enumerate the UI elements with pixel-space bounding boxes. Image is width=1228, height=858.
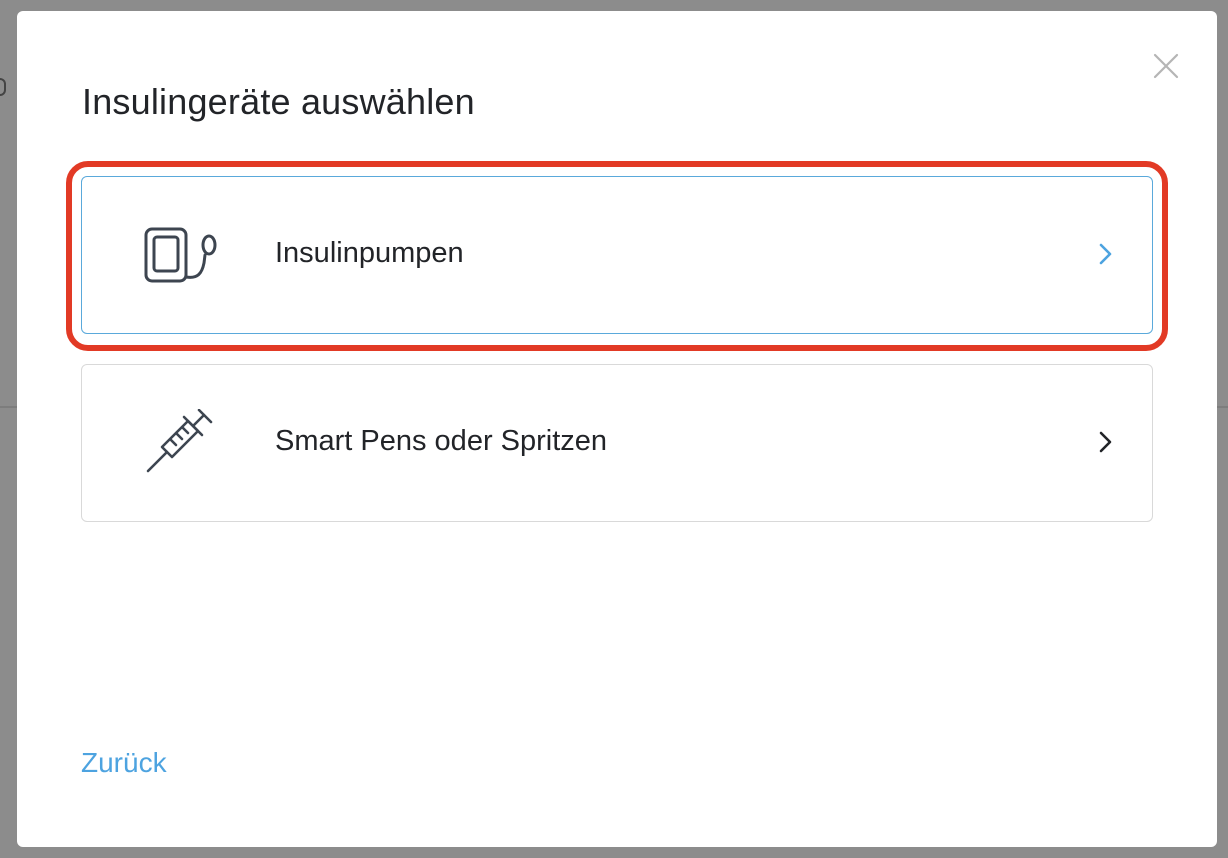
syringe-icon xyxy=(146,409,213,473)
option-insulin-pumps[interactable]: Insulinpumpen xyxy=(81,176,1153,334)
option-label-smart-pens: Smart Pens oder Spritzen xyxy=(275,425,608,457)
option-label-insulin-pumps: Insulinpumpen xyxy=(275,237,464,269)
chevron-right-icon xyxy=(1099,243,1112,265)
modal-title: Insulingeräte auswählen xyxy=(82,81,475,122)
option-smart-pens[interactable]: Smart Pens oder Spritzen xyxy=(81,364,1153,522)
chevron-right-icon xyxy=(1099,431,1112,453)
insulin-pump-icon xyxy=(144,227,217,283)
device-select-modal: Insulingeräte auswählen Insulinpumpen Sm… xyxy=(17,11,1217,847)
close-icon xyxy=(1153,53,1179,79)
backdrop-fragment xyxy=(0,78,6,96)
back-link[interactable]: Zurück xyxy=(81,747,167,779)
close-button[interactable] xyxy=(1151,51,1181,81)
